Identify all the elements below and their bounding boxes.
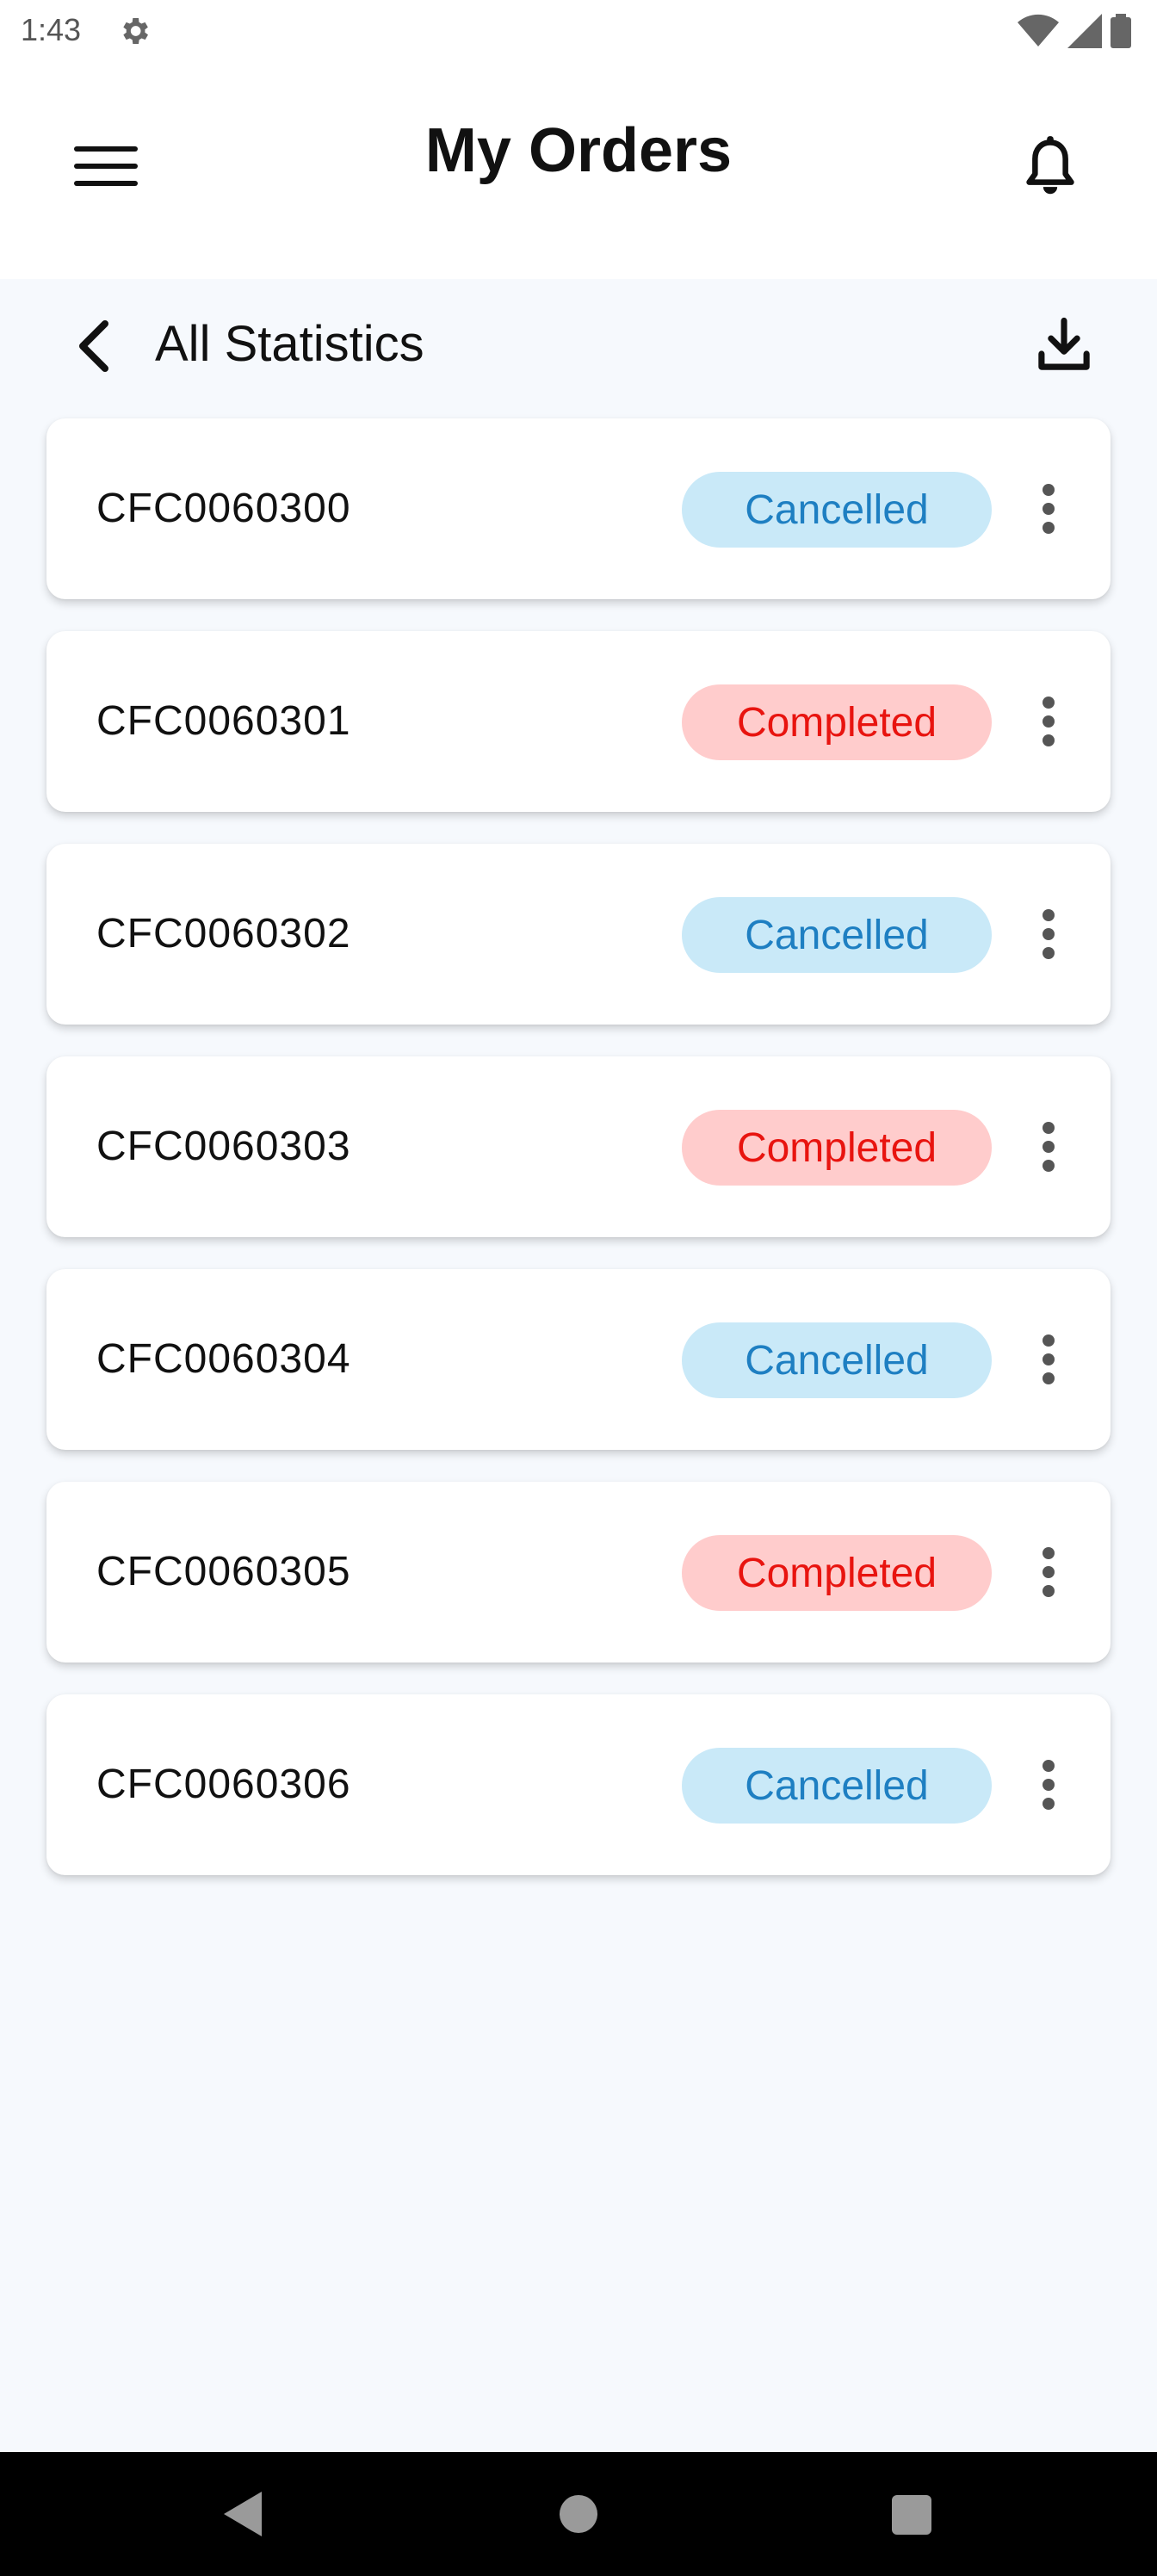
- order-card[interactable]: CFC0060306 Cancelled: [46, 1694, 1111, 1875]
- bell-icon: [1026, 136, 1074, 195]
- download-button[interactable]: [1030, 310, 1098, 379]
- more-options-button[interactable]: [1018, 683, 1080, 760]
- nav-home-icon[interactable]: [560, 2495, 597, 2533]
- order-id: CFC0060302: [96, 911, 351, 957]
- status-badge: Cancelled: [682, 897, 992, 973]
- more-vertical-icon: [1043, 1122, 1055, 1172]
- battery-icon: [1111, 14, 1131, 48]
- more-options-button[interactable]: [1018, 1533, 1080, 1611]
- cell-signal-icon: [1067, 14, 1102, 48]
- order-list: CFC0060300 Cancelled CFC0060301 Complete…: [46, 418, 1111, 1907]
- app-bar: My Orders: [0, 62, 1157, 279]
- more-options-button[interactable]: [1018, 1321, 1080, 1398]
- download-icon: [1038, 317, 1090, 370]
- more-options-button[interactable]: [1018, 1108, 1080, 1186]
- order-id: CFC0060305: [96, 1549, 351, 1595]
- order-id: CFC0060303: [96, 1124, 351, 1169]
- status-time: 1:43: [21, 12, 82, 47]
- status-badge: Completed: [682, 684, 992, 760]
- page-title: My Orders: [424, 116, 733, 185]
- status-bar: 1:43: [0, 0, 1157, 62]
- more-vertical-icon: [1043, 1334, 1055, 1384]
- order-card[interactable]: CFC0060302 Cancelled: [46, 844, 1111, 1025]
- more-options-button[interactable]: [1018, 470, 1080, 548]
- status-badge: Cancelled: [682, 472, 992, 548]
- status-badge: Cancelled: [682, 1322, 992, 1398]
- status-badge: Completed: [682, 1110, 992, 1186]
- more-options-button[interactable]: [1018, 1746, 1080, 1824]
- order-card[interactable]: CFC0060303 Completed: [46, 1056, 1111, 1237]
- nav-back-icon[interactable]: [217, 2486, 272, 2542]
- order-id: CFC0060300: [96, 486, 351, 531]
- more-options-button[interactable]: [1018, 895, 1080, 973]
- nav-recents-icon[interactable]: [892, 2495, 931, 2535]
- status-badge: Completed: [682, 1535, 992, 1611]
- order-card[interactable]: CFC0060301 Completed: [46, 631, 1111, 812]
- order-card[interactable]: CFC0060304 Cancelled: [46, 1269, 1111, 1450]
- notifications-button[interactable]: [1007, 124, 1093, 210]
- back-button[interactable]: [62, 313, 124, 379]
- order-id: CFC0060304: [96, 1336, 351, 1382]
- sub-header: All Statistics: [0, 279, 1157, 417]
- order-card[interactable]: CFC0060305 Completed: [46, 1482, 1111, 1663]
- more-vertical-icon: [1043, 1547, 1055, 1597]
- order-id: CFC0060301: [96, 698, 351, 744]
- wifi-icon: [1018, 14, 1059, 46]
- system-navigation-bar: [0, 2452, 1157, 2576]
- order-card[interactable]: CFC0060300 Cancelled: [46, 418, 1111, 599]
- more-vertical-icon: [1043, 484, 1055, 534]
- more-vertical-icon: [1043, 697, 1055, 746]
- section-title: All Statistics: [155, 316, 424, 372]
- settings-gear-icon: [123, 18, 148, 44]
- status-badge: Cancelled: [682, 1748, 992, 1824]
- more-vertical-icon: [1043, 1760, 1055, 1810]
- order-id: CFC0060306: [96, 1762, 351, 1807]
- chevron-left-icon: [79, 320, 108, 372]
- more-vertical-icon: [1043, 909, 1055, 959]
